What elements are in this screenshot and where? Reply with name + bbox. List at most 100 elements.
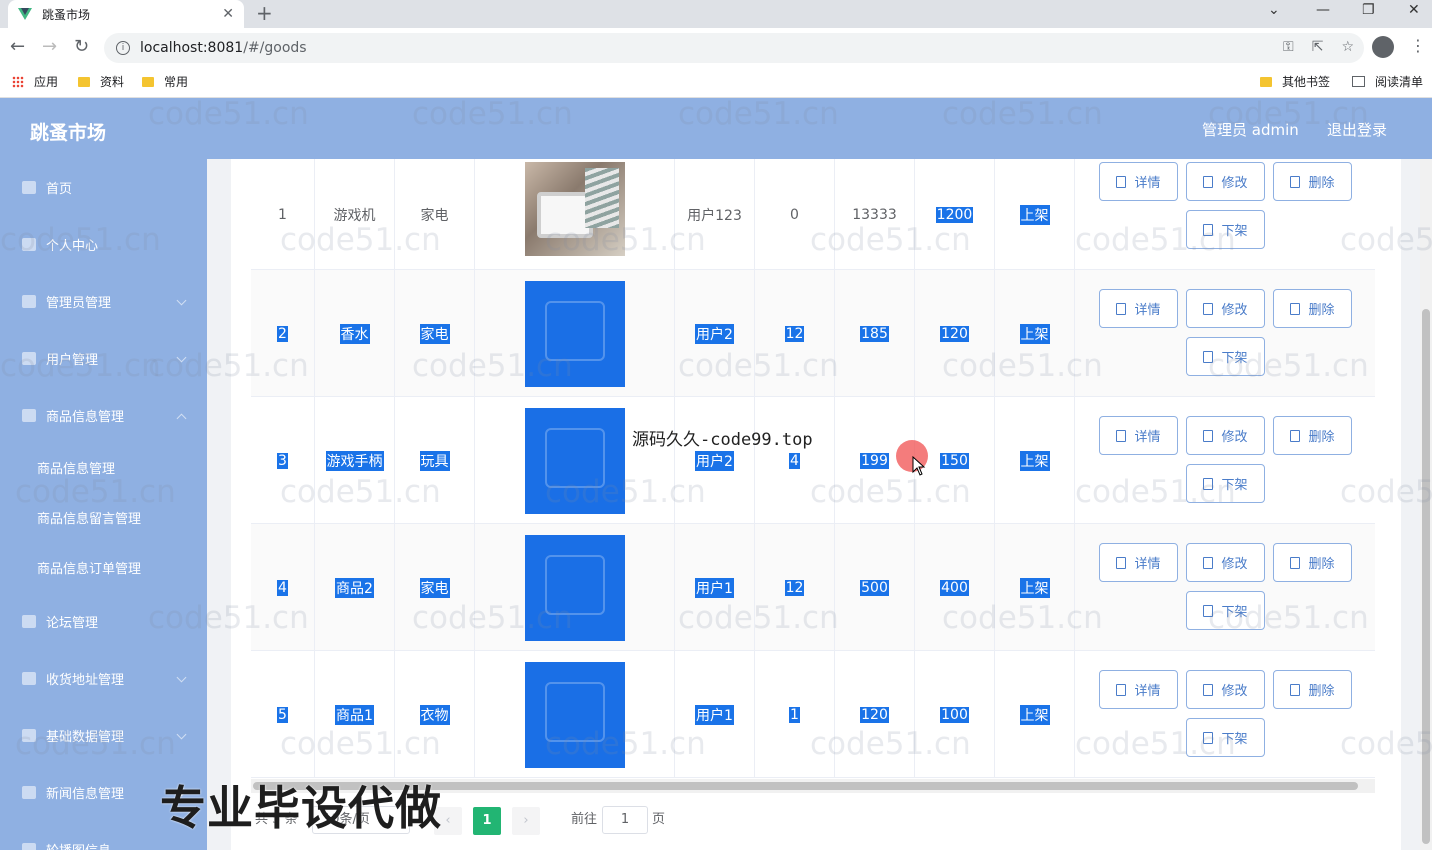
bookmark-apps[interactable]: 应用 [12, 73, 58, 90]
delete-button[interactable]: 删除 [1273, 416, 1352, 455]
table-cell-status: 上架 [995, 270, 1075, 397]
edit-button[interactable]: 修改 [1186, 670, 1265, 709]
document-icon [1116, 175, 1127, 188]
info-icon[interactable]: i [116, 41, 130, 55]
scrollbar-thumb[interactable] [1422, 309, 1430, 844]
address-toolbar: ← → ↻ i localhost:8081/#/goods ⚿ ⇱ ☆ ⋮ [0, 28, 1432, 66]
bookmark-folder[interactable]: 常用 [142, 73, 188, 90]
bookmarks-bar: 应用 资料 常用 其他书签 阅读清单 [0, 66, 1432, 98]
edit-button[interactable]: 修改 [1186, 416, 1265, 455]
sidebar-subitem-goods-orders[interactable]: 商品信息订单管理 [37, 558, 141, 577]
page-number-current[interactable]: 1 [473, 807, 501, 835]
table-cell-stock: 4 [755, 397, 835, 524]
sidebar-item-address[interactable]: 收货地址管理 [0, 650, 207, 706]
share-icon[interactable]: ⇱ [1312, 39, 1324, 55]
sidebar-subitem-goods-info[interactable]: 商品信息管理 [37, 458, 115, 477]
detail-button[interactable]: 详情 [1099, 543, 1178, 582]
admin-label: 管理员 admin [1202, 121, 1299, 139]
table-cell-price: 13333 [835, 159, 915, 270]
next-page-button[interactable]: › [512, 807, 540, 835]
page-vertical-scrollbar[interactable] [1420, 159, 1432, 850]
goods-thumbnail[interactable] [524, 280, 625, 387]
edit-icon [1203, 683, 1214, 696]
edit-icon [1203, 175, 1214, 188]
delete-button[interactable]: 删除 [1273, 162, 1352, 201]
user-icon [22, 237, 36, 251]
back-button[interactable]: ← [10, 36, 25, 58]
sidebar-item-users[interactable]: 用户管理 [0, 330, 207, 386]
delete-button[interactable]: 删除 [1273, 289, 1352, 328]
table-cell-name: 商品1 [315, 651, 395, 778]
minimize-button[interactable]: — [1316, 2, 1330, 18]
delete-button[interactable]: 删除 [1273, 670, 1352, 709]
edit-button[interactable]: 修改 [1186, 162, 1265, 201]
logout-link[interactable]: 退出登录 [1327, 119, 1387, 140]
goods-thumbnail[interactable] [524, 407, 625, 514]
table-cell-type: 家电 [395, 524, 475, 651]
browser-tab[interactable]: 跳蚤市场 ✕ [8, 0, 244, 28]
trash-icon [1290, 556, 1301, 569]
url-text: localhost:8081/#/goods [140, 40, 307, 56]
offshelf-button[interactable]: 下架 [1186, 591, 1265, 630]
table-cell-img [475, 159, 675, 270]
table-cell-new-price: 1200 [915, 159, 995, 270]
sidebar-item-admins[interactable]: 管理员管理 [0, 273, 207, 329]
goods-thumbnail[interactable] [524, 161, 625, 256]
profile-avatar-icon[interactable] [1372, 36, 1394, 58]
table-cell-user: 用户2 [675, 397, 755, 524]
new-tab-button[interactable]: + [256, 2, 273, 24]
sidebar-item-forum[interactable]: 论坛管理 [0, 593, 207, 649]
delete-button[interactable]: 删除 [1273, 543, 1352, 582]
sidebar-item-basic-data[interactable]: 基础数据管理 [0, 707, 207, 763]
star-icon[interactable]: ☆ [1341, 39, 1354, 55]
edit-button[interactable]: 修改 [1186, 289, 1265, 328]
reading-list[interactable]: 阅读清单 [1352, 73, 1423, 90]
sidebar-item-profile[interactable]: 个人中心 [0, 216, 207, 272]
edit-button[interactable]: 修改 [1186, 543, 1265, 582]
table-cell-stock: 12 [755, 270, 835, 397]
goods-thumbnail[interactable] [524, 534, 625, 641]
sidebar-item-goods[interactable]: 商品信息管理 [0, 387, 207, 443]
table-cell-img [475, 651, 675, 778]
forward-button[interactable]: → [42, 36, 57, 58]
table-cell-type: 衣物 [395, 651, 475, 778]
detail-button[interactable]: 详情 [1099, 670, 1178, 709]
document-icon [1203, 350, 1214, 363]
forum-icon [22, 614, 36, 628]
overlay-promo-text: 专业毕设代做 [160, 781, 442, 835]
detail-button[interactable]: 详情 [1099, 289, 1178, 328]
offshelf-button[interactable]: 下架 [1186, 337, 1265, 376]
chevron-down-icon [176, 352, 187, 363]
table-cell-img [475, 397, 675, 524]
trash-icon [1290, 429, 1301, 442]
table-cell-user: 用户123 [675, 159, 755, 270]
table-cell-id: 4 [251, 524, 315, 651]
detail-button[interactable]: 详情 [1099, 416, 1178, 455]
app-title: 跳蚤市场 [30, 122, 107, 144]
tab-search-icon[interactable]: ⌄ [1268, 2, 1280, 18]
detail-button[interactable]: 详情 [1099, 162, 1178, 201]
bookmark-other[interactable]: 其他书签 [1260, 73, 1330, 90]
menu-kebab-icon[interactable]: ⋮ [1410, 36, 1426, 55]
reload-button[interactable]: ↻ [74, 36, 89, 58]
table-cell-status: 上架 [995, 397, 1075, 524]
restore-button[interactable]: ❐ [1362, 2, 1375, 18]
offshelf-button[interactable]: 下架 [1186, 210, 1265, 249]
omnibox[interactable]: i localhost:8081/#/goods ⚿ ⇱ ☆ [104, 33, 1364, 63]
table-cell-name: 商品2 [315, 524, 395, 651]
trash-icon [1290, 683, 1301, 696]
document-icon [1116, 302, 1127, 315]
sidebar-subitem-goods-comments[interactable]: 商品信息留言管理 [37, 508, 141, 527]
goods-thumbnail[interactable] [524, 661, 625, 768]
goto-page-input[interactable]: 1 [602, 806, 648, 834]
sidebar-item-home[interactable]: 首页 [0, 159, 207, 215]
tab-close-icon[interactable]: ✕ [222, 6, 234, 22]
admin-icon [22, 294, 36, 308]
key-icon[interactable]: ⚿ [1283, 39, 1294, 55]
close-window-button[interactable]: ✕ [1408, 2, 1420, 18]
table-cell-name: 游戏手柄 [315, 397, 395, 524]
bookmark-folder[interactable]: 资料 [78, 73, 124, 90]
offshelf-button[interactable]: 下架 [1186, 718, 1265, 757]
chevron-down-icon [176, 672, 187, 683]
offshelf-button[interactable]: 下架 [1186, 464, 1265, 503]
